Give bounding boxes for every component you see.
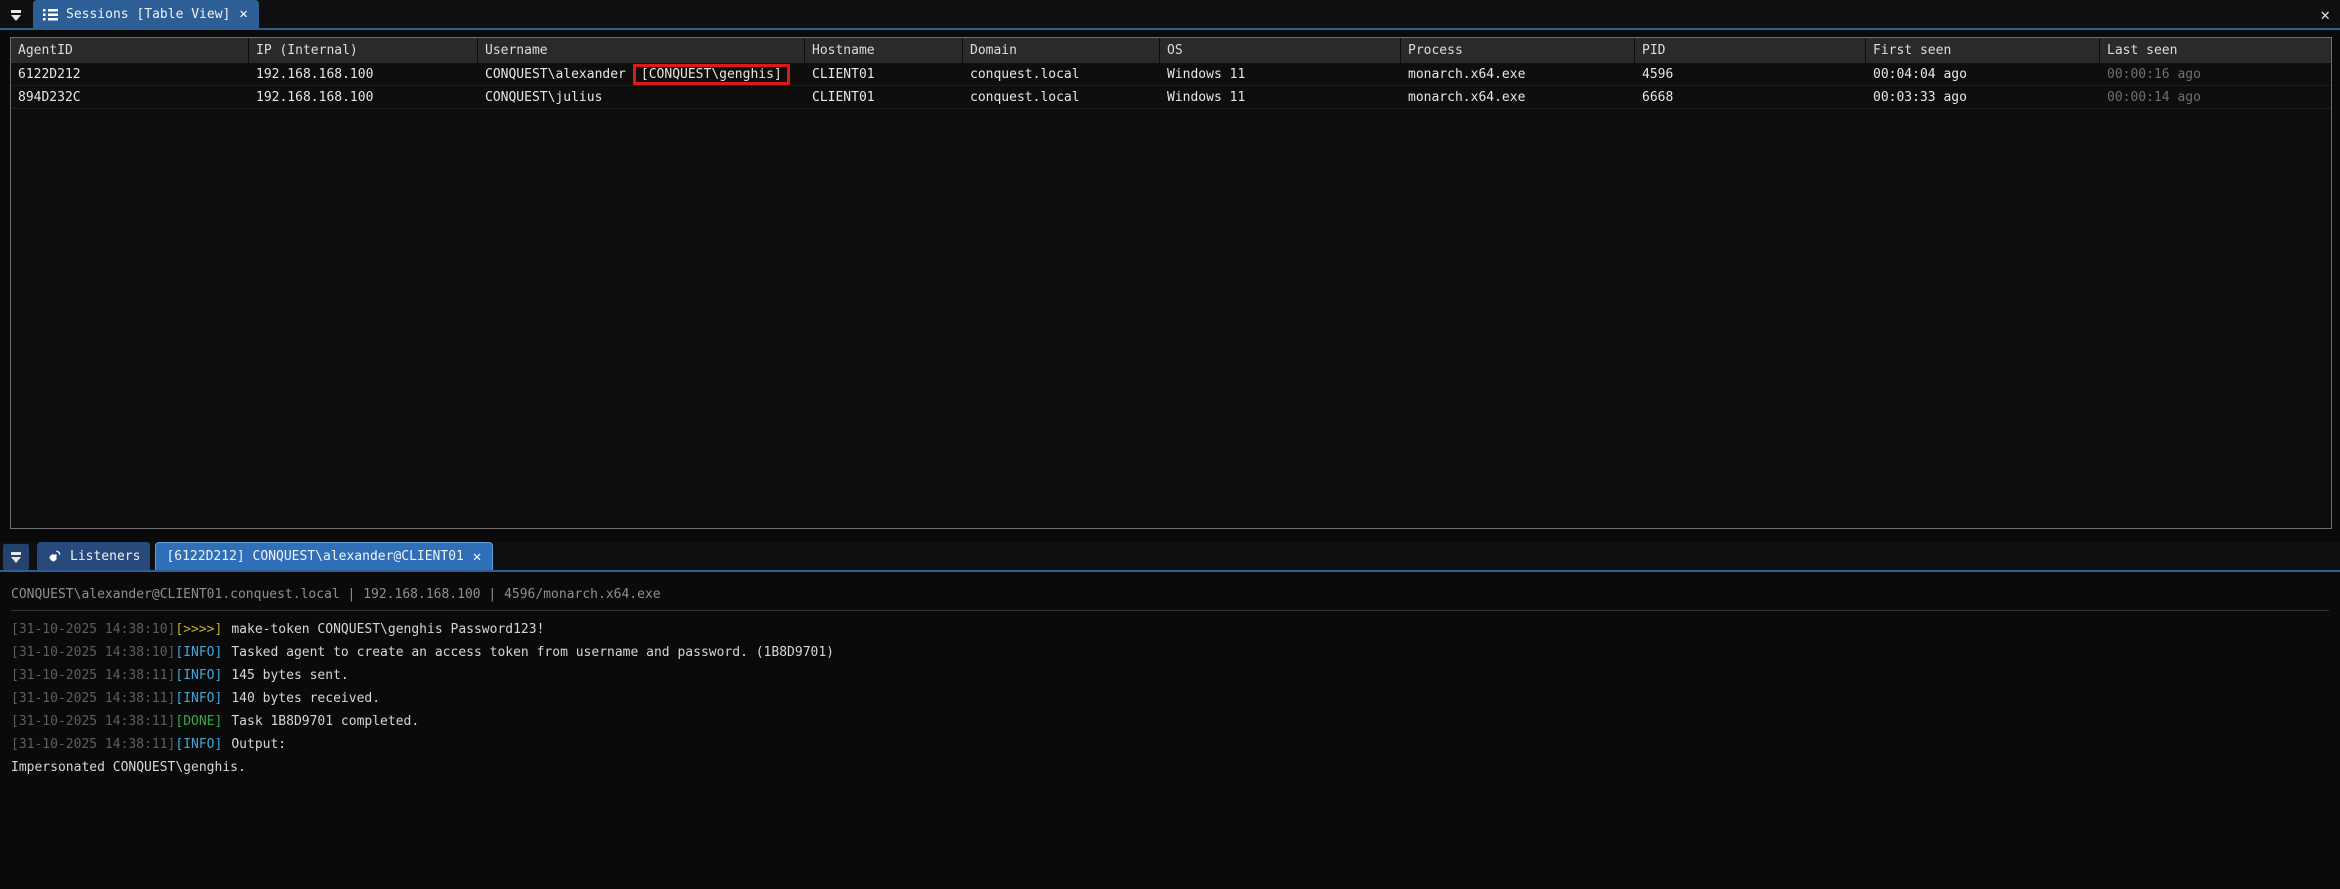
tab-session-close-icon[interactable]: ✕	[472, 549, 482, 565]
column-header-hostname[interactable]: Hostname	[805, 38, 963, 63]
cell-domain: conquest.local	[963, 86, 1160, 108]
log-timestamp: [31-10-2025 14:38:11]	[11, 668, 175, 683]
cell-first-seen: 00:03:33 ago	[1866, 86, 2100, 108]
log-tag-info: [INFO]	[175, 691, 222, 706]
session-row-894D232C[interactable]: 894D232C 192.168.168.100 CONQUEST\julius…	[11, 86, 2331, 109]
console-line: [31-10-2025 14:38:11][INFO] 145 bytes sen…	[11, 664, 2329, 687]
filter-icon	[9, 550, 23, 564]
log-text: 140 bytes received.	[231, 691, 380, 706]
tab-session-label: [6122D212] CONQUEST\alexander@CLIENT01	[166, 549, 463, 564]
cell-domain: conquest.local	[963, 63, 1160, 85]
log-timestamp: [31-10-2025 14:38:11]	[11, 737, 175, 752]
dock-filter-button[interactable]	[3, 2, 29, 28]
sessions-table: AgentID IP (Internal) Username Hostname …	[10, 37, 2332, 529]
column-header-agentid[interactable]: AgentID	[11, 38, 249, 63]
cell-os: Windows 11	[1160, 86, 1401, 108]
impersonation-token-highlight: [CONQUEST\genghis]	[633, 64, 790, 85]
column-header-ip[interactable]: IP (Internal)	[249, 38, 478, 63]
log-tag-info: [INFO]	[175, 645, 222, 660]
console-line: [31-10-2025 14:38:10][>>>>] make-token CO…	[11, 618, 2329, 641]
cell-process: monarch.x64.exe	[1401, 86, 1635, 108]
cell-ip: 192.168.168.100	[249, 86, 478, 108]
log-tag-info: [INFO]	[175, 737, 222, 752]
cell-username: CONQUEST\julius	[478, 86, 805, 108]
cell-agentid: 894D232C	[11, 86, 249, 108]
cell-os: Windows 11	[1160, 63, 1401, 85]
cell-last-seen: 00:00:16 ago	[2100, 63, 2331, 85]
cell-hostname: CLIENT01	[805, 86, 963, 108]
panel-divider	[0, 529, 2340, 542]
cell-process: monarch.x64.exe	[1401, 63, 1635, 85]
console-output: [31-10-2025 14:38:10][>>>>] make-token CO…	[11, 618, 2329, 779]
cell-hostname: CLIENT01	[805, 63, 963, 85]
log-output-text: Impersonated CONQUEST\genghis.	[11, 760, 246, 775]
log-timestamp: [31-10-2025 14:38:11]	[11, 691, 175, 706]
tab-listeners[interactable]: Listeners	[37, 542, 150, 570]
tab-listeners-label: Listeners	[70, 549, 140, 564]
column-header-process[interactable]: Process	[1401, 38, 1635, 63]
log-text: Output:	[231, 737, 286, 752]
console-line: [31-10-2025 14:38:11][INFO] 140 bytes rec…	[11, 687, 2329, 710]
column-header-os[interactable]: OS	[1160, 38, 1401, 63]
log-timestamp: [31-10-2025 14:38:10]	[11, 645, 175, 660]
log-text: 145 bytes sent.	[231, 668, 348, 683]
log-text: make-token CONQUEST\genghis Password123!	[231, 622, 544, 637]
column-header-domain[interactable]: Domain	[963, 38, 1160, 63]
console-separator	[11, 610, 2329, 611]
tab-sessions-table-view[interactable]: Sessions [Table View] ✕	[33, 0, 259, 28]
column-header-last-seen[interactable]: Last seen	[2100, 38, 2331, 63]
console-line: [31-10-2025 14:38:11][INFO] Output:	[11, 733, 2329, 756]
console-line: [31-10-2025 14:38:10][INFO] Tasked agent …	[11, 641, 2329, 664]
bottom-tabbar: Listeners [6122D212] CONQUEST\alexander@…	[0, 542, 2340, 572]
log-timestamp: [31-10-2025 14:38:11]	[11, 714, 175, 729]
log-tag-command: [>>>>]	[175, 622, 222, 637]
agent-context-line: CONQUEST\alexander@CLIENT01.conquest.loc…	[11, 587, 2329, 603]
satellite-dish-icon	[47, 549, 62, 564]
agent-console: CONQUEST\alexander@CLIENT01.conquest.loc…	[0, 587, 2340, 779]
list-icon	[43, 8, 58, 21]
console-line: [31-10-2025 14:38:11][DONE] Task 1B8D9701…	[11, 710, 2329, 733]
cell-ip: 192.168.168.100	[249, 63, 478, 85]
session-row-6122D212[interactable]: 6122D212 192.168.168.100 CONQUEST\alexan…	[11, 63, 2331, 86]
dock-filter-button-bottom[interactable]	[3, 544, 29, 570]
log-text: Task 1B8D9701 completed.	[231, 714, 419, 729]
sessions-table-header: AgentID IP (Internal) Username Hostname …	[11, 38, 2331, 63]
panel-close-icon[interactable]: ✕	[2320, 4, 2330, 26]
cell-username: CONQUEST\alexander [CONQUEST\genghis]	[478, 63, 805, 85]
tab-sessions-close-icon[interactable]: ✕	[238, 6, 248, 22]
column-header-pid[interactable]: PID	[1635, 38, 1866, 63]
cell-agentid: 6122D212	[11, 63, 249, 85]
cell-pid: 4596	[1635, 63, 1866, 85]
column-header-first-seen[interactable]: First seen	[1866, 38, 2100, 63]
cell-last-seen: 00:00:14 ago	[2100, 86, 2331, 108]
log-timestamp: [31-10-2025 14:38:10]	[11, 622, 175, 637]
log-tag-done: [DONE]	[175, 714, 222, 729]
column-header-username[interactable]: Username	[478, 38, 805, 63]
top-tabbar: Sessions [Table View] ✕ ✕	[0, 0, 2340, 30]
username-text: CONQUEST\alexander	[485, 67, 626, 82]
cell-first-seen: 00:04:04 ago	[1866, 63, 2100, 85]
log-tag-info: [INFO]	[175, 668, 222, 683]
filter-icon	[9, 8, 23, 22]
cell-pid: 6668	[1635, 86, 1866, 108]
tab-session-interact[interactable]: [6122D212] CONQUEST\alexander@CLIENT01 ✕	[155, 542, 493, 570]
log-text: Tasked agent to create an access token f…	[231, 645, 834, 660]
tab-sessions-label: Sessions [Table View]	[66, 7, 230, 22]
console-line-output: Impersonated CONQUEST\genghis.	[11, 756, 2329, 779]
